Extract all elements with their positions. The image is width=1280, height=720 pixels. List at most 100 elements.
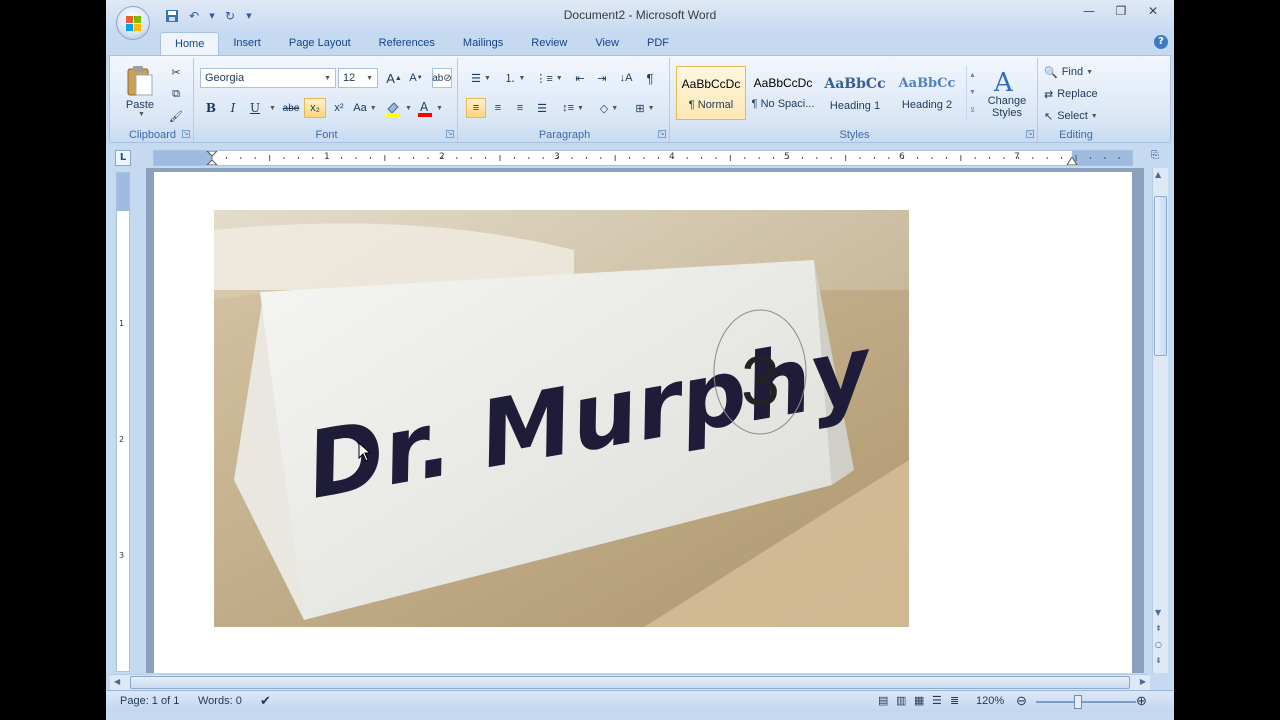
tab-pdf[interactable]: PDF bbox=[633, 32, 683, 56]
multilevel-list-button[interactable]: ⋮≡ ▼ bbox=[534, 68, 564, 88]
increase-indent-icon[interactable]: ⇥ bbox=[592, 68, 612, 88]
italic-button[interactable]: I bbox=[224, 98, 242, 118]
style-heading-2[interactable]: AaBbCc Heading 2 bbox=[892, 66, 962, 120]
bullets-button[interactable]: ☰ ▼ bbox=[466, 68, 496, 88]
vertical-ruler[interactable]: 1 2 3 bbox=[116, 172, 130, 672]
minimize-icon[interactable]: — bbox=[1074, 2, 1104, 20]
copy-icon[interactable]: ⧉ bbox=[166, 84, 186, 104]
tab-selector-button[interactable]: L bbox=[115, 150, 131, 166]
clear-formatting-icon[interactable]: ab⊘ bbox=[432, 68, 452, 88]
document-page[interactable]: Dr. Murphy 3 bbox=[154, 172, 1132, 673]
change-case-button[interactable]: Aa ▼ bbox=[352, 98, 378, 118]
word-count[interactable]: Words: 0 bbox=[198, 695, 242, 707]
tab-mailings[interactable]: Mailings bbox=[449, 32, 517, 56]
styles-scroll-down-icon[interactable]: ▼ bbox=[969, 89, 976, 96]
shrink-font-icon[interactable]: A ▼ bbox=[406, 68, 426, 88]
draft-icon[interactable]: ≣ bbox=[950, 694, 959, 707]
indent-marker-icon[interactable] bbox=[206, 151, 218, 165]
scroll-right-icon[interactable]: ▶ bbox=[1140, 677, 1146, 686]
vertical-scroll-thumb[interactable] bbox=[1154, 196, 1167, 356]
tab-review[interactable]: Review bbox=[517, 32, 581, 56]
font-family-select[interactable]: Georgia ▼ bbox=[200, 68, 336, 88]
view-ruler-icon[interactable]: ⎘ bbox=[1151, 150, 1165, 164]
zoom-slider[interactable] bbox=[1036, 701, 1136, 703]
styles-scroll[interactable]: ▲ ▼ ⊻ bbox=[966, 66, 978, 120]
tab-view[interactable]: View bbox=[581, 32, 633, 56]
zoom-level[interactable]: 120% bbox=[976, 695, 1004, 707]
paste-button[interactable]: Paste ▼ bbox=[120, 60, 160, 122]
tab-references[interactable]: References bbox=[365, 32, 449, 56]
vertical-scrollbar[interactable]: ▲ ▼ ⇞ ○ ⇟ bbox=[1152, 168, 1168, 673]
zoom-in-icon[interactable]: ⊕ bbox=[1136, 693, 1147, 709]
align-center-icon[interactable]: ≡ bbox=[488, 98, 508, 118]
horizontal-scrollbar[interactable]: ◀ ▶ bbox=[110, 674, 1150, 690]
style-no-spacing-name: ¶ No Spaci... bbox=[751, 98, 815, 110]
zoom-slider-thumb[interactable] bbox=[1074, 695, 1082, 709]
styles-scroll-up-icon[interactable]: ▲ bbox=[969, 72, 976, 79]
tab-page-layout[interactable]: Page Layout bbox=[275, 32, 365, 56]
strikethrough-button[interactable]: abe bbox=[280, 98, 302, 118]
bold-button[interactable]: B bbox=[202, 98, 220, 118]
close-icon[interactable]: ✕ bbox=[1138, 2, 1168, 20]
clipboard-launcher-icon[interactable]: ↘ bbox=[182, 130, 190, 138]
paragraph-launcher-icon[interactable]: ↘ bbox=[658, 130, 666, 138]
outline-icon[interactable]: ☰ bbox=[932, 694, 942, 707]
zoom-out-icon[interactable]: ⊖ bbox=[1016, 693, 1027, 709]
vruler-top-margin bbox=[117, 173, 129, 211]
replace-button[interactable]: ⇄ Replace bbox=[1044, 84, 1108, 104]
select-button[interactable]: ↖ Select ▼ bbox=[1044, 106, 1108, 126]
change-styles-button[interactable]: A Change Styles bbox=[980, 62, 1034, 124]
tab-insert[interactable]: Insert bbox=[219, 32, 275, 56]
next-page-icon[interactable]: ⇟ bbox=[1155, 656, 1162, 665]
decrease-indent-icon[interactable]: ⇤ bbox=[570, 68, 590, 88]
style-no-spacing[interactable]: AaBbCcDc ¶ No Spaci... bbox=[748, 66, 818, 120]
sort-icon[interactable]: ↓A bbox=[616, 68, 636, 88]
style-heading-2-sample: AaBbCc bbox=[898, 76, 956, 91]
inserted-photo[interactable]: Dr. Murphy 3 bbox=[214, 210, 909, 627]
superscript-button[interactable]: x² bbox=[328, 98, 350, 118]
show-formatting-icon[interactable]: ¶ bbox=[640, 68, 660, 88]
justify-icon[interactable]: ☰ bbox=[532, 98, 552, 118]
highlight-button[interactable]: ▼ bbox=[384, 98, 412, 118]
help-icon[interactable]: ? bbox=[1154, 35, 1168, 49]
underline-button[interactable]: U bbox=[246, 98, 264, 118]
format-painter-icon[interactable]: 🖌 bbox=[166, 106, 186, 126]
align-left-icon[interactable]: ≡ bbox=[466, 98, 486, 118]
styles-launcher-icon[interactable]: ↘ bbox=[1026, 130, 1034, 138]
web-layout-icon[interactable]: ▦ bbox=[914, 694, 924, 707]
print-layout-icon[interactable]: ▤ bbox=[878, 694, 888, 707]
maximize-icon[interactable]: ❐ bbox=[1106, 2, 1136, 20]
right-indent-marker-icon[interactable] bbox=[1066, 157, 1078, 165]
style-normal[interactable]: AaBbCcDc ¶ Normal bbox=[676, 66, 746, 120]
horizontal-scroll-thumb[interactable] bbox=[130, 676, 1130, 689]
scroll-down-icon[interactable]: ▼ bbox=[1155, 608, 1161, 617]
proofing-icon[interactable]: ✔ bbox=[260, 693, 271, 709]
styles-more-icon[interactable]: ⊻ bbox=[970, 106, 975, 114]
line-spacing-button[interactable]: ↕≡ ▼ bbox=[558, 98, 588, 118]
scroll-left-icon[interactable]: ◀ bbox=[114, 677, 120, 686]
svg-text:A: A bbox=[420, 100, 429, 114]
office-button[interactable] bbox=[116, 6, 150, 40]
font-size-select[interactable]: 12 ▼ bbox=[338, 68, 378, 88]
select-browse-object-icon[interactable]: ○ bbox=[1155, 640, 1162, 649]
subscript-button[interactable]: x₂ bbox=[304, 98, 326, 118]
horizontal-ruler[interactable]: 1 2 3 4 5 6 7 bbox=[153, 150, 1133, 166]
style-heading-1[interactable]: AaBbCc Heading 1 bbox=[820, 66, 890, 120]
paste-dropdown-icon[interactable]: ▼ bbox=[138, 111, 145, 118]
font-color-button[interactable]: A ▼ bbox=[416, 98, 444, 118]
full-screen-reading-icon[interactable]: ▥ bbox=[896, 694, 906, 707]
page-count[interactable]: Page: 1 of 1 bbox=[120, 695, 179, 707]
grow-font-icon[interactable]: A ▲ bbox=[384, 68, 404, 88]
previous-page-icon[interactable]: ⇞ bbox=[1155, 624, 1162, 633]
scroll-up-icon[interactable]: ▲ bbox=[1155, 170, 1161, 179]
tab-home[interactable]: Home bbox=[160, 32, 220, 56]
cut-icon[interactable]: ✂ bbox=[166, 62, 186, 82]
numbering-button[interactable]: ⒈ ▼ bbox=[500, 68, 530, 88]
font-launcher-icon[interactable]: ↘ bbox=[446, 130, 454, 138]
find-button[interactable]: 🔍 Find ▼ bbox=[1044, 62, 1108, 82]
borders-button[interactable]: ⊞ ▼ bbox=[630, 98, 660, 118]
underline-dropdown-icon[interactable]: ▼ bbox=[266, 98, 276, 118]
shading-button[interactable]: ◇ ▼ bbox=[594, 98, 624, 118]
align-right-icon[interactable]: ≡ bbox=[510, 98, 530, 118]
change-case-label: Aa bbox=[353, 102, 367, 114]
